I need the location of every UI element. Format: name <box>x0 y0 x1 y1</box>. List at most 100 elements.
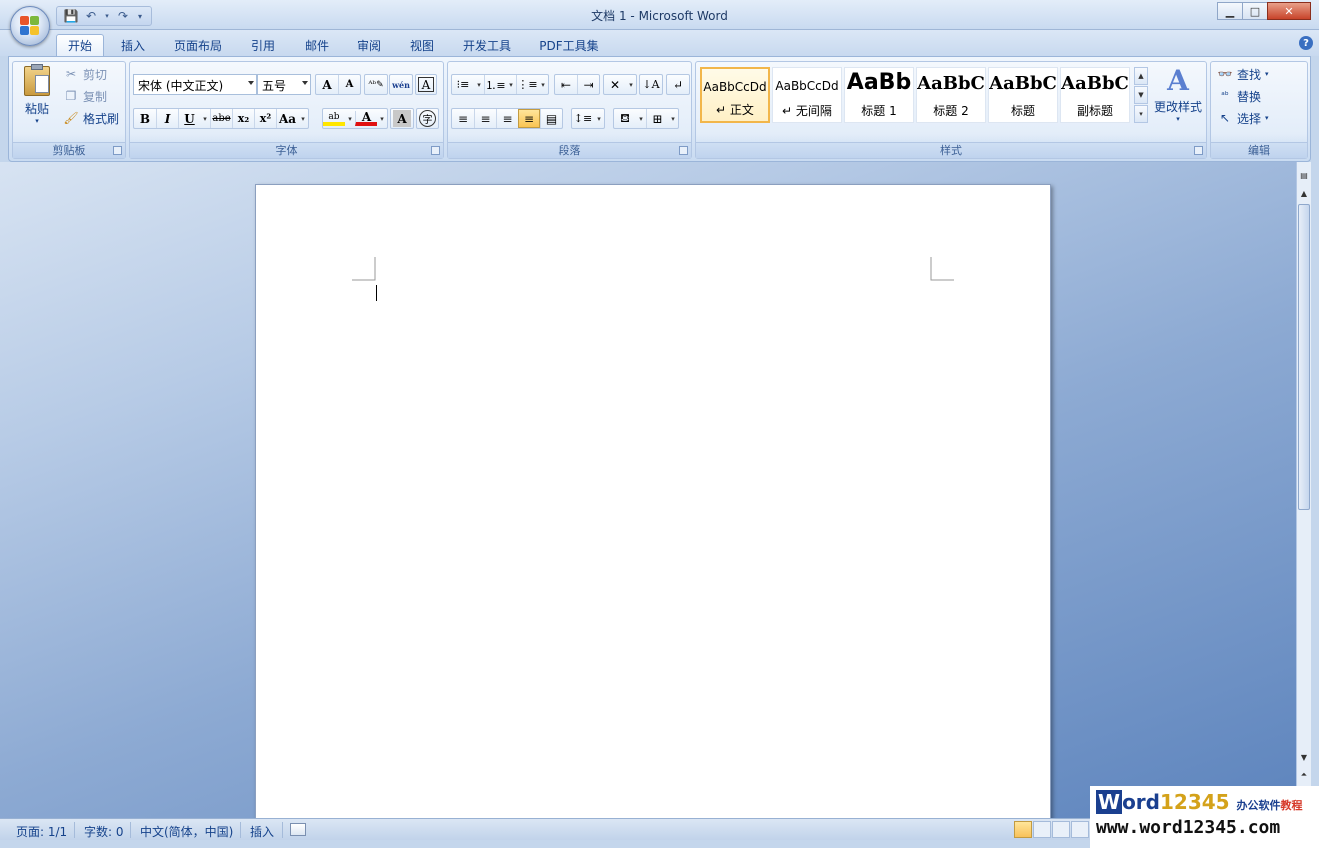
align-left-icon[interactable]: ≡ <box>452 109 474 128</box>
distributed-icon[interactable]: ▤ <box>540 109 562 128</box>
tab-home[interactable]: 开始 <box>56 34 104 56</box>
tab-pdf-tools[interactable]: PDF工具集 <box>532 34 606 56</box>
web-layout-view-icon[interactable] <box>1052 821 1070 838</box>
subscript-button[interactable]: x₂ <box>232 109 254 128</box>
bullets-dropdown-icon[interactable]: ▾ <box>474 75 484 94</box>
font-launcher-icon[interactable] <box>431 146 440 155</box>
scroll-thumb[interactable] <box>1298 204 1310 510</box>
office-button[interactable] <box>10 6 50 46</box>
gallery-more-icon[interactable]: ▾ <box>1134 105 1148 123</box>
style-heading-1[interactable]: AaBb 标题 1 <box>844 67 914 123</box>
superscript-button[interactable]: x² <box>254 109 276 128</box>
font-size-combo[interactable]: 五号 <box>257 74 311 95</box>
close-button[interactable]: ✕ <box>1267 2 1311 20</box>
page-count[interactable]: 页面: 1/1 <box>16 823 67 840</box>
shrink-font-button[interactable]: A <box>338 75 360 94</box>
scroll-down-icon[interactable]: ▼ <box>1297 750 1311 764</box>
change-case-button[interactable]: Aa <box>276 109 298 128</box>
font-color-button[interactable]: A <box>355 110 377 126</box>
document-page[interactable] <box>255 184 1051 818</box>
decrease-indent-icon[interactable]: ⇤ <box>555 75 577 94</box>
find-dropdown-icon[interactable]: ▾ <box>1265 70 1269 78</box>
change-case-dropdown-icon[interactable]: ▾ <box>298 109 308 128</box>
character-shading-button[interactable]: A <box>393 110 411 127</box>
align-center-icon[interactable]: ≡ <box>474 109 496 128</box>
minimize-button[interactable]: ▁ <box>1217 2 1243 20</box>
paste-dropdown-icon[interactable]: ▾ <box>17 117 57 125</box>
bold-button[interactable]: B <box>134 109 156 128</box>
style-no-spacing[interactable]: AaBbCcDd ↵ 无间隔 <box>772 67 842 123</box>
maximize-button[interactable]: □ <box>1242 2 1268 20</box>
copy-button[interactable]: ❐ 复制 <box>63 86 107 106</box>
underline-button[interactable]: U <box>178 109 200 128</box>
line-spacing-icon[interactable]: ↕≡ <box>572 109 594 128</box>
insert-mode[interactable]: 插入 <box>250 823 274 840</box>
vertical-scrollbar[interactable]: ▤ ▲ ▼ ⏶ ○ <box>1296 162 1311 818</box>
previous-page-icon[interactable]: ⏶ <box>1297 768 1311 782</box>
multilevel-dropdown-icon[interactable]: ▾ <box>538 75 548 94</box>
highlight-dropdown-icon[interactable]: ▾ <box>345 109 355 128</box>
style-subtitle[interactable]: AaBbC 副标题 <box>1060 67 1130 123</box>
multilevel-list-icon[interactable]: ⋮≡ <box>516 75 538 94</box>
gallery-scroll-down-icon[interactable]: ▼ <box>1134 86 1148 104</box>
format-painter-button[interactable]: 🖌 格式刷 <box>63 108 119 128</box>
help-icon[interactable]: ? <box>1299 36 1313 50</box>
style-heading-2[interactable]: AaBbC 标题 2 <box>916 67 986 123</box>
clear-formatting-icon[interactable]: ᴬᵇ✎ <box>365 75 387 94</box>
numbering-dropdown-icon[interactable]: ▾ <box>506 75 516 94</box>
grow-font-button[interactable]: A <box>316 75 338 94</box>
gallery-scroll-up-icon[interactable]: ▲ <box>1134 67 1148 85</box>
tab-mailings[interactable]: 邮件 <box>296 34 338 56</box>
chinese-layout-dropdown-icon[interactable]: ▾ <box>626 75 636 94</box>
styles-launcher-icon[interactable] <box>1194 146 1203 155</box>
select-button[interactable]: ↖ 选择 ▾ <box>1217 108 1269 128</box>
align-right-icon[interactable]: ≡ <box>496 109 518 128</box>
character-border-button[interactable]: A <box>418 77 434 92</box>
ruler-toggle-icon[interactable]: ▤ <box>1297 168 1311 182</box>
increase-indent-icon[interactable]: ⇥ <box>577 75 599 94</box>
font-color-dropdown-icon[interactable]: ▾ <box>377 109 387 128</box>
enclose-characters-button[interactable]: 字 <box>419 110 436 127</box>
clipboard-launcher-icon[interactable] <box>113 146 122 155</box>
numbering-icon[interactable]: ⒈≡ <box>484 75 506 94</box>
print-layout-view-icon[interactable] <box>1014 821 1032 838</box>
tab-page-layout[interactable]: 页面布局 <box>166 34 230 56</box>
borders-icon[interactable]: ⊞ <box>646 109 668 128</box>
change-styles-button[interactable]: A 更改样式 ▾ <box>1152 64 1204 136</box>
macro-record-icon[interactable] <box>290 823 306 836</box>
tab-developer[interactable]: 开发工具 <box>454 34 520 56</box>
highlight-button[interactable]: ab <box>323 111 345 126</box>
shading-dropdown-icon[interactable]: ▾ <box>636 109 646 128</box>
outline-view-icon[interactable] <box>1071 821 1089 838</box>
paint-bucket-icon[interactable]: ⛾ <box>614 109 636 128</box>
underline-dropdown-icon[interactable]: ▾ <box>200 109 210 128</box>
chinese-layout-icon[interactable]: ✕ <box>604 75 626 94</box>
tab-insert[interactable]: 插入 <box>112 34 154 56</box>
font-name-combo[interactable]: 宋体 (中文正文) <box>133 74 257 95</box>
justify-icon[interactable]: ≡ <box>518 109 540 128</box>
change-styles-dropdown-icon[interactable]: ▾ <box>1152 115 1204 123</box>
show-hide-marks-icon[interactable]: ↵ <box>667 75 689 94</box>
replace-button[interactable]: ᵃᵇ 替换 <box>1217 86 1261 106</box>
find-button[interactable]: 👓 查找 ▾ <box>1217 64 1269 84</box>
style-title[interactable]: AaBbC 标题 <box>988 67 1058 123</box>
language-indicator[interactable]: 中文(简体，中国) <box>140 823 233 840</box>
tab-view[interactable]: 视图 <box>401 34 443 56</box>
full-screen-reading-view-icon[interactable] <box>1033 821 1051 838</box>
style-normal[interactable]: AaBbCcDd ↵ 正文 <box>700 67 770 123</box>
word-count[interactable]: 字数: 0 <box>84 823 124 840</box>
paragraph-launcher-icon[interactable] <box>679 146 688 155</box>
select-dropdown-icon[interactable]: ▾ <box>1265 114 1269 122</box>
tab-review[interactable]: 审阅 <box>348 34 390 56</box>
strikethrough-button[interactable]: abe <box>210 109 232 128</box>
tab-references[interactable]: 引用 <box>242 34 284 56</box>
bullets-icon[interactable]: ⁝≡ <box>452 75 474 94</box>
line-spacing-dropdown-icon[interactable]: ▾ <box>594 109 604 128</box>
borders-dropdown-icon[interactable]: ▾ <box>668 109 678 128</box>
paste-button[interactable]: 粘贴 ▾ <box>17 64 57 134</box>
scroll-up-icon[interactable]: ▲ <box>1297 186 1311 200</box>
sort-icon[interactable]: ↓A <box>640 75 662 94</box>
phonetic-guide-button[interactable]: wén <box>390 75 412 94</box>
cut-button[interactable]: ✂ 剪切 <box>63 64 107 84</box>
italic-button[interactable]: I <box>156 109 178 128</box>
